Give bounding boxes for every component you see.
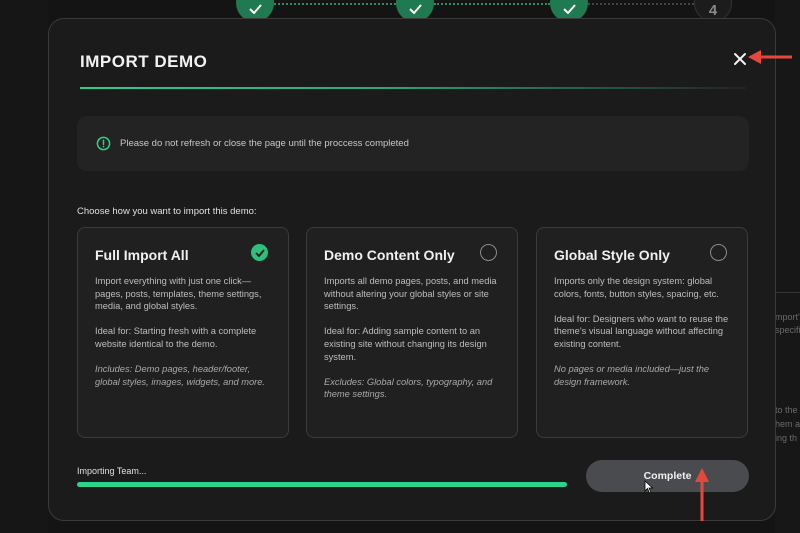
option-description: Imports all demo pages, posts, and media… [324,276,497,312]
check-icon [408,4,422,14]
title-divider [80,87,746,89]
background-text-fragment: to the [775,405,798,415]
progress-fill [77,482,567,487]
notice-banner: Please do not refresh or close the page … [77,116,749,171]
stepper-connector [274,3,396,5]
option-description: Import everything with just one click—pa… [95,276,262,312]
option-demo-content[interactable]: Demo Content Only Imports all demo pages… [306,227,518,438]
background-text-fragment: ing th [775,433,798,443]
option-title: Full Import All [95,247,189,263]
background-divider [775,292,800,293]
option-ideal: Ideal for: Starting fresh with a complet… [95,326,257,349]
background-text-fragment: mport' [775,312,800,322]
option-ideal: Ideal for: Designers who want to reuse t… [554,313,729,349]
option-note: Includes: Demo pages, header/footer, glo… [95,364,266,387]
background-right-panel: mport' specifi to the hem a ing th [775,0,800,533]
background-text-fragment: hem a [775,419,800,429]
radio-unselected[interactable] [480,244,497,261]
option-note: Excludes: Global colors, typography, and… [324,376,493,400]
arrow-icon [748,50,792,64]
option-title: Global Style Only [554,247,670,263]
progress-bar [77,482,567,487]
progress-label: Importing Team... [77,466,147,476]
choose-label: Choose how you want to import this demo: [77,206,257,217]
option-body: Imports only the design system: global c… [554,275,736,401]
complete-button[interactable]: Complete [586,460,749,492]
option-global-style[interactable]: Global Style Only Imports only the desig… [536,227,748,438]
check-icon [248,4,262,14]
background-left-panel [0,0,48,533]
radio-selected[interactable] [251,244,268,261]
stepper-connector [434,3,550,5]
import-demo-modal: IMPORT DEMO Please do not refresh or clo… [48,18,776,521]
alert-circle-icon [96,136,111,151]
stepper-connector [588,3,694,5]
option-body: Imports all demo pages, posts, and media… [324,275,506,414]
option-description: Imports only the design system: global c… [554,276,719,299]
option-body: Import everything with just one click—pa… [95,275,277,401]
arrow-icon [695,468,709,521]
option-note: No pages or media included—just the desi… [554,364,710,387]
radio-unselected[interactable] [710,244,727,261]
background-text-fragment: specifi [775,325,800,335]
modal-title: IMPORT DEMO [80,52,208,71]
check-icon [562,4,576,14]
check-icon [254,248,265,257]
cursor-icon [644,480,654,494]
option-ideal: Ideal for: Adding sample content to an e… [324,326,487,362]
option-title: Demo Content Only [324,247,455,263]
notice-text: Please do not refresh or close the page … [120,138,409,149]
option-full-import[interactable]: Full Import All Import everything with j… [77,227,289,438]
